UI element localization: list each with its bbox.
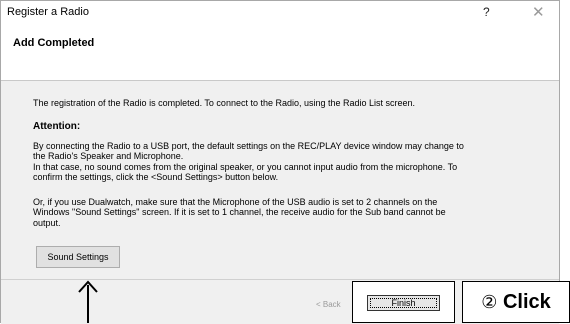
attention-heading: Attention: xyxy=(33,121,81,132)
step-number: ② xyxy=(481,292,498,312)
window-title: Register a Radio xyxy=(7,6,89,18)
up-arrow-icon xyxy=(78,280,98,323)
wizard-header: Add Completed xyxy=(1,25,559,80)
attention-line-2: the Radio's Speaker and Microphone. xyxy=(33,151,184,161)
attention-line-3: In that case, no sound comes from the or… xyxy=(33,162,458,172)
attention-line-4: confirm the settings, click the <Sound S… xyxy=(33,172,279,182)
step-label: ② Click xyxy=(462,281,570,323)
dualwatch-line-3: output. xyxy=(33,218,61,228)
intro-text: The registration of the Radio is complet… xyxy=(33,98,416,108)
close-button[interactable]: ✕ xyxy=(532,3,545,21)
finish-button[interactable]: Finish xyxy=(367,295,440,311)
dualwatch-line-1: Or, if you use Dualwatch, make sure that… xyxy=(33,197,438,207)
register-radio-dialog: Register a Radio ? ✕ Add Completed The r… xyxy=(0,0,560,324)
help-button[interactable]: ? xyxy=(483,5,490,19)
title-bar: Register a Radio ? ✕ xyxy=(1,1,559,25)
attention-line-1: By connecting the Radio to a USB port, t… xyxy=(33,141,464,151)
step-text: Click xyxy=(502,291,551,313)
back-button[interactable]: < Back xyxy=(316,299,352,311)
sound-settings-button[interactable]: Sound Settings xyxy=(36,246,120,268)
dualwatch-line-2: Windows "Sound Settings" screen. If it i… xyxy=(33,207,446,217)
page-title: Add Completed xyxy=(13,37,95,49)
